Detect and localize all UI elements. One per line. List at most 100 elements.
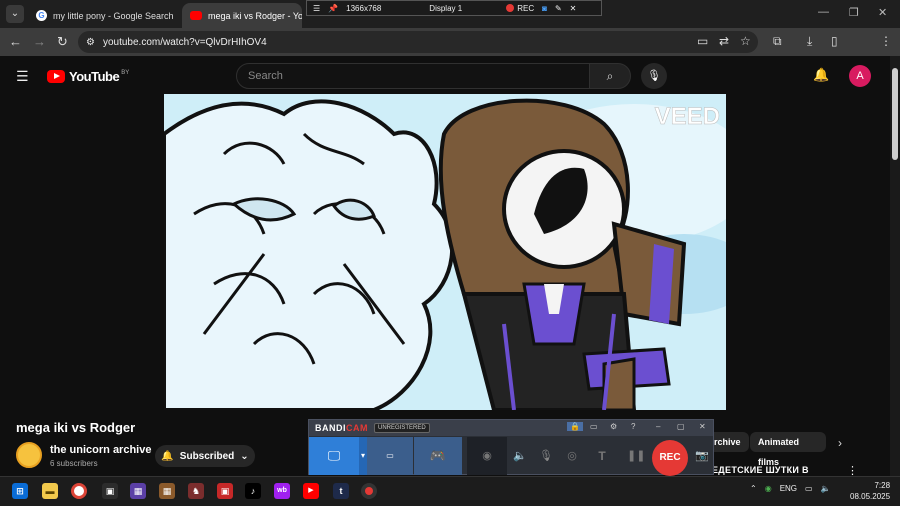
recommendation-title[interactable]: ЕДЕТСКИЕ ШУТКИ В bbox=[712, 465, 809, 475]
close-window-icon[interactable]: ✕ bbox=[878, 6, 887, 19]
site-info-icon[interactable]: ⚙ bbox=[86, 37, 95, 48]
download-icon[interactable]: ⤓ bbox=[807, 34, 812, 49]
volume-icon[interactable]: 🔈 bbox=[821, 484, 831, 493]
date: 08.05.2025 bbox=[850, 492, 891, 501]
webcam-button[interactable]: ◉ bbox=[467, 437, 507, 475]
app-icon[interactable]: ▦ bbox=[130, 483, 146, 499]
video-frame-drawing: VEED bbox=[164, 94, 726, 410]
chevron-right-icon[interactable]: › bbox=[838, 436, 842, 450]
minimize-icon[interactable]: – bbox=[656, 422, 660, 431]
bandicam-record-icon[interactable] bbox=[361, 483, 377, 499]
bandicam-tray-icon[interactable]: ◉ bbox=[765, 484, 772, 493]
speaker-icon[interactable]: 🔈 bbox=[509, 437, 531, 475]
tumblr-icon[interactable]: t bbox=[333, 483, 349, 499]
game-mode-button[interactable]: 🎮 bbox=[414, 437, 462, 475]
side-panel-icon[interactable]: ▯ bbox=[831, 34, 838, 48]
camera-icon[interactable]: ◙ bbox=[542, 4, 547, 13]
browser-toolbar: ← → ↻ ⚙ youtube.com/watch?v=QlvDrHIhOV4 … bbox=[0, 28, 900, 76]
restore-icon[interactable]: ❐ bbox=[849, 6, 859, 19]
start-windows-icon[interactable]: ⊞ bbox=[12, 483, 28, 499]
reload-icon[interactable]: ↻ bbox=[57, 34, 68, 50]
menu-icon[interactable]: ☰ bbox=[313, 4, 320, 13]
voice-search-button[interactable]: 🎙 bbox=[641, 63, 667, 89]
help-icon[interactable]: ? bbox=[631, 422, 635, 431]
address-bar[interactable]: ⚙ youtube.com/watch?v=QlvDrHIhOV4 bbox=[78, 31, 758, 53]
youtube-logo[interactable]: YouTube BY bbox=[47, 69, 129, 84]
rec-button[interactable]: REC bbox=[652, 440, 688, 476]
roblox-icon[interactable]: ▣ bbox=[102, 483, 118, 499]
veed-watermark: VEED bbox=[655, 103, 720, 130]
lock-icon[interactable]: 🔒 bbox=[567, 422, 583, 431]
google-icon: G bbox=[36, 10, 47, 21]
channel-avatar[interactable] bbox=[16, 442, 42, 468]
chrome-menu-icon[interactable]: ⋮ bbox=[880, 34, 892, 48]
scrollbar-thumb[interactable] bbox=[892, 68, 898, 160]
search-input[interactable]: Search bbox=[236, 63, 590, 89]
back-icon[interactable]: ← bbox=[9, 34, 22, 49]
clock[interactable]: 7:28 08.05.2025 bbox=[850, 480, 890, 502]
network-icon[interactable]: ▭ bbox=[805, 484, 813, 493]
mouse-icon[interactable]: ◎ bbox=[561, 437, 583, 475]
subscribed-label: Subscribed bbox=[179, 450, 235, 462]
app-icon[interactable]: ♞ bbox=[188, 483, 204, 499]
youtube-icon bbox=[190, 11, 202, 20]
bookmark-star-icon[interactable]: ☆ bbox=[740, 34, 751, 48]
display-label: Display 1 bbox=[429, 3, 463, 13]
pin-icon[interactable]: 📌 bbox=[328, 4, 338, 13]
app-icon[interactable]: ▣ bbox=[217, 483, 233, 499]
close-icon[interactable]: ✕ bbox=[699, 422, 706, 431]
restore-icon[interactable]: ▢ bbox=[677, 422, 685, 431]
rec-label: REC bbox=[517, 3, 535, 13]
search-icon: ⌕ bbox=[606, 69, 614, 83]
youtube-play-icon bbox=[47, 70, 65, 83]
hamburger-menu-icon[interactable]: ☰ bbox=[16, 68, 29, 85]
video-player[interactable]: VEED bbox=[164, 94, 726, 410]
pause-icon[interactable]: ❚❚ bbox=[627, 437, 645, 475]
monitor-icon: 🖵 bbox=[327, 448, 341, 463]
notifications-bell-icon[interactable]: 🔔 bbox=[813, 67, 829, 83]
tab-label: my little pony - Google Search bbox=[53, 10, 174, 21]
unregistered-badge: UNREGISTERED bbox=[374, 423, 430, 433]
screenshot-camera-icon[interactable]: 📷 bbox=[693, 437, 711, 475]
bandicam-brand: BANDICAM bbox=[315, 423, 368, 433]
mic-icon[interactable]: 🎙 bbox=[535, 437, 557, 475]
screen-mode-button[interactable]: 🖵 bbox=[309, 437, 359, 475]
chrome-icon[interactable] bbox=[71, 483, 87, 499]
tab-search-button[interactable]: ⌄ bbox=[6, 5, 24, 23]
cast-icon[interactable]: ▭ bbox=[697, 34, 708, 48]
video-title: mega iki vs Rodger bbox=[16, 420, 136, 435]
chip-animated-films[interactable]: Animated films bbox=[750, 432, 826, 467]
pencil-icon[interactable]: ✎ bbox=[555, 4, 562, 13]
translate-icon[interactable]: ⇄ bbox=[719, 34, 729, 48]
tab-youtube[interactable]: mega iki vs Rodger - YouTube bbox=[182, 3, 302, 28]
hdmi-mode-button[interactable]: ▭ bbox=[367, 437, 413, 475]
channel-name[interactable]: the unicorn archive bbox=[50, 444, 151, 456]
extensions-icon[interactable]: ⧉ bbox=[773, 34, 782, 49]
wildberries-icon[interactable]: wb bbox=[274, 483, 290, 499]
screen-mode-dropdown[interactable]: ▾ bbox=[359, 437, 367, 475]
resolution-label: 1366x768 bbox=[346, 3, 382, 13]
file-explorer-icon[interactable]: ▬ bbox=[42, 483, 58, 499]
rec-indicator[interactable]: REC bbox=[506, 4, 534, 13]
time: 7:28 bbox=[874, 481, 891, 490]
tiktok-icon[interactable]: ♪ bbox=[245, 483, 261, 499]
language-indicator[interactable]: ENG bbox=[780, 484, 797, 493]
app-icon[interactable]: ▦ bbox=[159, 483, 175, 499]
text-overlay-icon[interactable]: T bbox=[593, 437, 611, 475]
folder-icon[interactable]: ▭ bbox=[590, 422, 598, 431]
subscribed-button[interactable]: 🔔 Subscribed ⌄ bbox=[155, 445, 255, 467]
forward-icon[interactable]: → bbox=[33, 34, 46, 49]
microphone-icon: 🎙 bbox=[647, 70, 661, 82]
chevron-down-icon: ⌄ bbox=[240, 450, 249, 462]
settings-icon[interactable]: ⚙ bbox=[610, 422, 617, 431]
tab-google-search[interactable]: G my little pony - Google Search ✕ bbox=[28, 3, 178, 28]
search-button[interactable]: ⌕ bbox=[589, 63, 631, 89]
account-avatar[interactable]: A bbox=[849, 65, 871, 87]
minimize-icon[interactable]: — bbox=[818, 6, 829, 18]
logo-text: YouTube bbox=[69, 69, 120, 84]
system-tray: ⌃ ◉ ENG ▭ 🔈 bbox=[750, 484, 831, 493]
youtube-icon[interactable]: ▶ bbox=[303, 483, 319, 499]
close-icon[interactable]: ✕ bbox=[570, 4, 577, 13]
subscriber-count: 6 subscribers bbox=[50, 459, 98, 468]
chevron-up-icon[interactable]: ⌃ bbox=[750, 484, 757, 493]
